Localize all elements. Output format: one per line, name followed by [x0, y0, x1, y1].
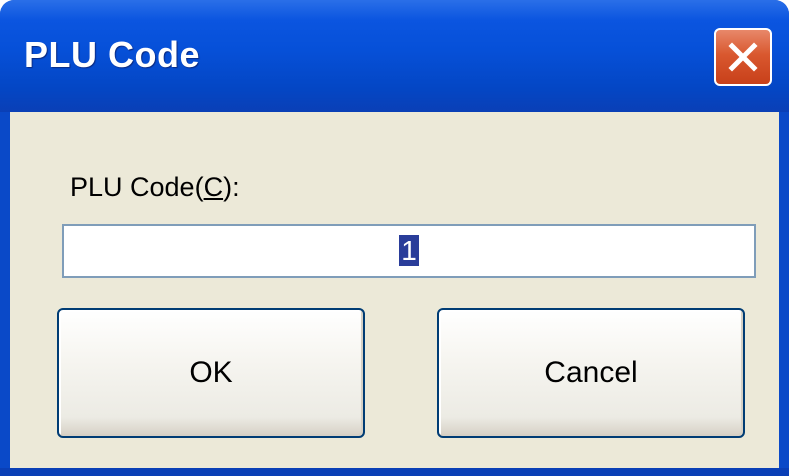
plu-code-dialog: PLU Code PLU Code(C): 1 OK Cancel [0, 0, 789, 476]
close-x-icon [728, 42, 758, 72]
plu-code-label-prefix: PLU Code( [70, 172, 204, 202]
plu-code-input[interactable]: 1 [62, 224, 756, 278]
close-button[interactable] [714, 28, 772, 86]
ok-button[interactable]: OK [57, 308, 365, 438]
window-bottom-border [0, 468, 789, 476]
window-title: PLU Code [24, 34, 201, 75]
plu-code-label: PLU Code(C): [70, 172, 240, 203]
plu-code-input-value: 1 [399, 235, 419, 266]
title-bar[interactable]: PLU Code [0, 0, 789, 112]
cancel-button-label: Cancel [544, 356, 638, 389]
ok-button-label: OK [189, 356, 233, 389]
plu-code-label-accelerator: C [203, 172, 224, 202]
plu-code-label-suffix: ): [223, 172, 240, 202]
cancel-button[interactable]: Cancel [437, 308, 745, 438]
dialog-body: PLU Code(C): 1 OK Cancel [10, 112, 779, 468]
